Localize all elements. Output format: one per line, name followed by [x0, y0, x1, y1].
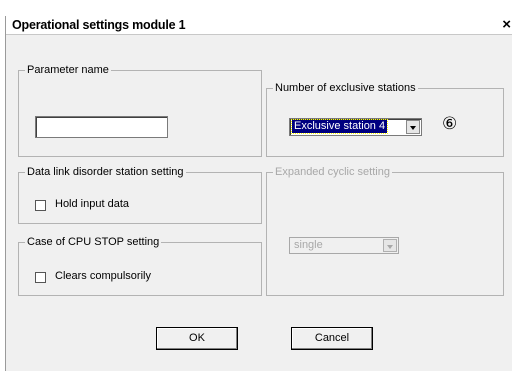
hold-input-data-label: Hold input data — [55, 198, 129, 210]
expanded-cyclic-select: single — [289, 237, 399, 254]
cpu-stop-group: Case of CPU STOP setting Clears compulso… — [18, 236, 262, 296]
operational-settings-dialog: Operational settings module 1 × Paramete… — [5, 16, 512, 371]
expanded-cyclic-selected: single — [294, 239, 323, 251]
dialog-title: Operational settings module 1 — [12, 18, 186, 32]
clears-compulsorily-label: Clears compulsorily — [55, 270, 151, 282]
annotation-marker: ⑥ — [442, 114, 458, 134]
exclusive-stations-group: Number of exclusive stations Exclusive s… — [266, 82, 504, 157]
expanded-cyclic-dropdown-button — [383, 239, 397, 252]
cpu-stop-legend: Case of CPU STOP setting — [27, 236, 160, 248]
exclusive-stations-select[interactable]: Exclusive station 4 — [289, 118, 422, 136]
parameter-name-legend: Parameter name — [27, 64, 109, 76]
chevron-down-icon — [410, 126, 416, 130]
expanded-cyclic-legend: Expanded cyclic setting — [275, 166, 390, 178]
hold-input-data-checkbox[interactable] — [35, 200, 46, 211]
data-link-legend: Data link disorder station setting — [27, 166, 184, 178]
expanded-cyclic-group: Expanded cyclic setting single — [266, 166, 504, 296]
data-link-group: Data link disorder station setting Hold … — [18, 166, 262, 224]
parameter-name-group: Parameter name — [18, 64, 262, 157]
clears-compulsorily-checkbox[interactable] — [35, 272, 46, 283]
title-bar: Operational settings module 1 × — [6, 16, 512, 35]
exclusive-stations-selected: Exclusive station 4 — [290, 119, 389, 134]
close-icon[interactable]: × — [502, 16, 511, 33]
exclusive-stations-legend: Number of exclusive stations — [275, 82, 416, 94]
chevron-down-icon — [387, 245, 393, 249]
ok-button[interactable]: OK — [156, 327, 238, 350]
parameter-name-input[interactable] — [35, 116, 168, 138]
cancel-button[interactable]: Cancel — [291, 327, 373, 350]
exclusive-stations-dropdown-button[interactable] — [406, 120, 420, 134]
